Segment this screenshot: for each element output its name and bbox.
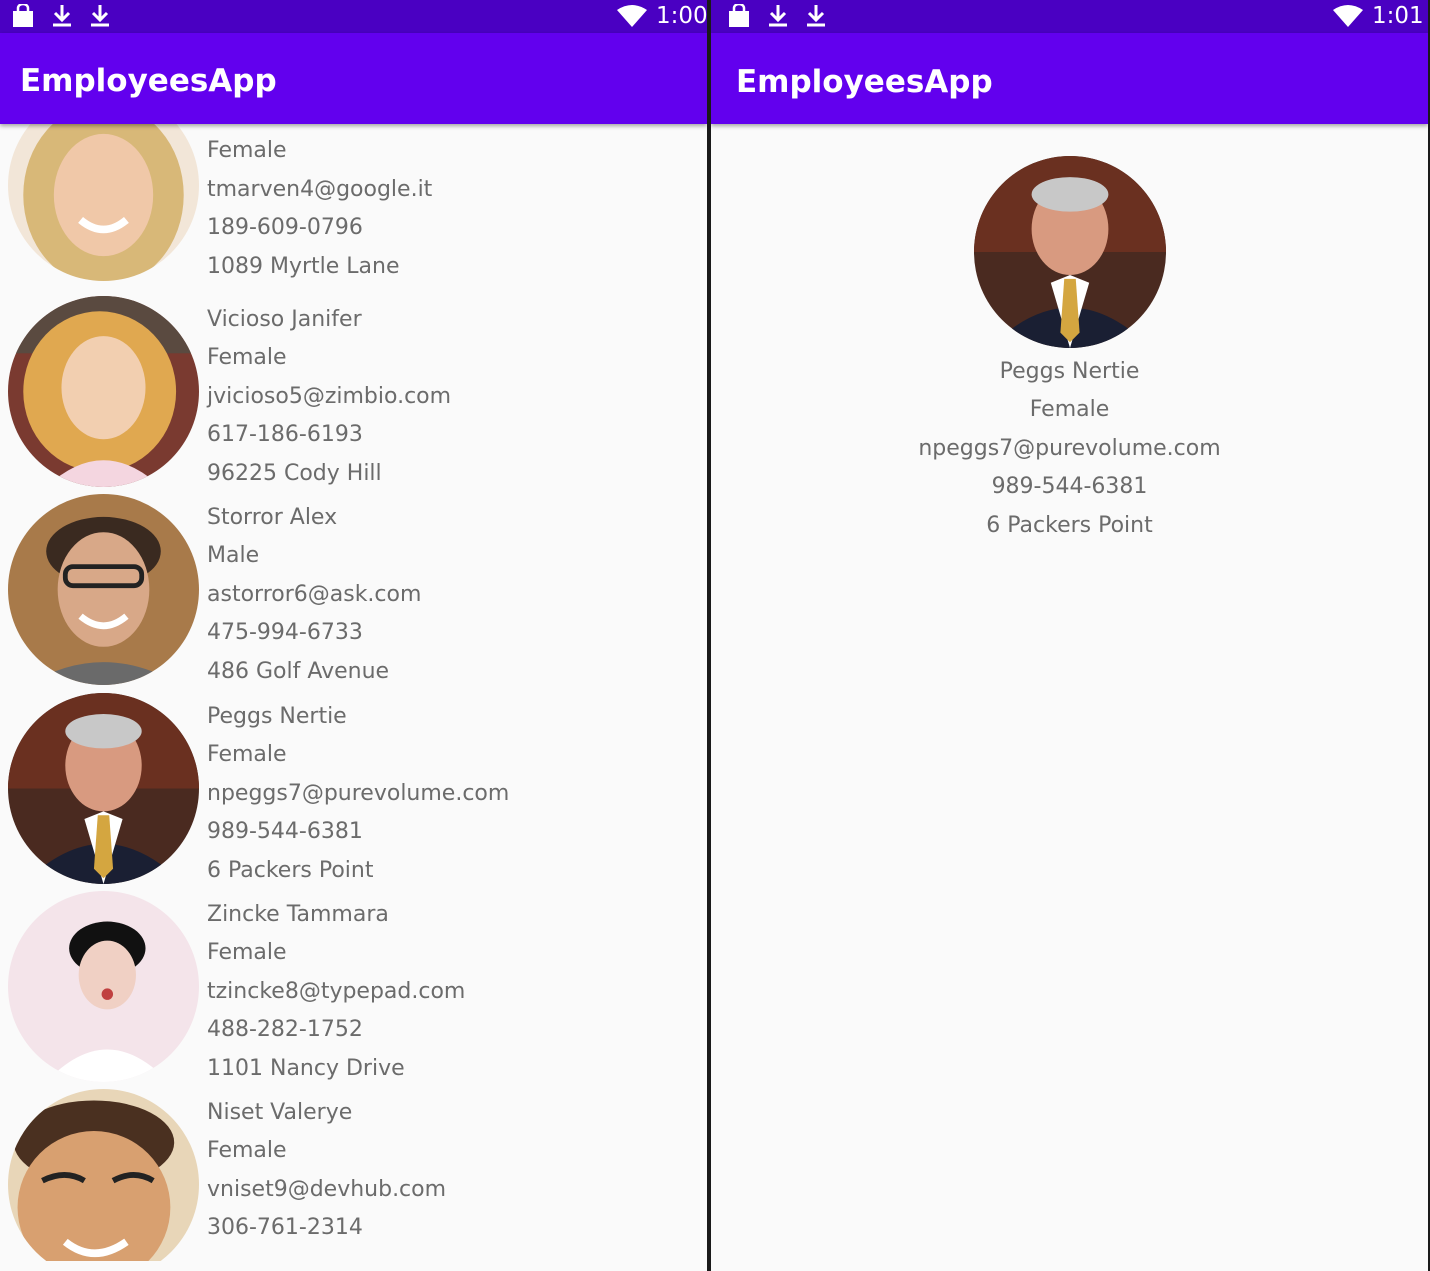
employee-phone: 989-544-6381 xyxy=(207,819,363,845)
employee-address: 1089 Myrtle Lane xyxy=(207,253,400,279)
employee-avatar xyxy=(8,1089,199,1261)
employee-address: 96225 Cody Hill xyxy=(207,460,382,486)
employee-phone: 488-282-1752 xyxy=(207,1017,363,1043)
employee-list-screen: 1:00 EmployeesApp Female tmarven4@google… xyxy=(0,0,707,1271)
employee-phone: 306-761-2314 xyxy=(207,1215,363,1241)
employee-gender: Female xyxy=(1029,397,1110,423)
employee-name: Peggs Nertie xyxy=(999,359,1140,384)
employee-email: vniset9@devhub.com xyxy=(207,1176,447,1202)
employee-avatar xyxy=(8,494,199,685)
employee-avatar xyxy=(8,693,199,884)
employee-email: tmarven4@google.it xyxy=(207,176,433,202)
employee-avatar xyxy=(8,124,199,281)
employee-address: 6 Packers Point xyxy=(207,857,374,883)
employee-address xyxy=(207,1248,446,1261)
employee-address: 1101 Nancy Drive xyxy=(207,1055,405,1081)
download-icon xyxy=(805,4,827,33)
list-item[interactable]: Peggs Nertie Female npeggs7@purevolume.c… xyxy=(0,693,707,891)
employee-phone: 617-186-6193 xyxy=(207,422,363,448)
employee-avatar xyxy=(8,296,199,487)
employee-avatar xyxy=(8,891,199,1082)
employee-avatar xyxy=(974,156,1166,348)
status-bar: 1:01 xyxy=(711,0,1428,33)
employee-name: Peggs Nertie xyxy=(207,704,347,729)
employee-name: Vicioso Janifer xyxy=(207,307,362,332)
download-icon xyxy=(89,4,111,33)
shopping-bag-icon xyxy=(10,2,36,33)
employee-gender: Female xyxy=(207,940,287,966)
status-bar: 1:00 xyxy=(0,0,707,33)
employee-name xyxy=(207,124,432,132)
employee-email: npeggs7@purevolume.com xyxy=(207,780,510,806)
wifi-icon xyxy=(1332,4,1364,33)
employee-gender: Female xyxy=(207,138,287,164)
employee-email: jvicioso5@zimbio.com xyxy=(207,383,452,409)
employee-gender: Female xyxy=(207,1138,287,1164)
employee-name: Zincke Tammara xyxy=(207,902,389,927)
employee-name: Storror Alex xyxy=(207,505,338,530)
app-title: EmployeesApp xyxy=(736,64,993,100)
employee-gender: Male xyxy=(207,543,260,569)
employee-email: npeggs7@purevolume.com xyxy=(918,435,1221,461)
employee-gender: Female xyxy=(207,742,287,768)
list-item[interactable]: Female tmarven4@google.it 189-609-0796 1… xyxy=(0,124,707,288)
employee-address: 486 Golf Avenue xyxy=(207,658,390,684)
status-time: 1:01 xyxy=(1372,3,1424,29)
wifi-icon xyxy=(616,4,648,33)
employee-address: 6 Packers Point xyxy=(986,512,1153,538)
employee-phone: 189-609-0796 xyxy=(207,215,363,241)
shopping-bag-icon xyxy=(726,2,752,33)
list-item[interactable]: Niset Valerye Female vniset9@devhub.com … xyxy=(0,1089,707,1261)
app-title: EmployeesApp xyxy=(20,63,277,99)
download-icon xyxy=(767,4,789,33)
list-item[interactable]: Zincke Tammara Female tzincke8@typepad.c… xyxy=(0,891,707,1089)
app-bar: EmployeesApp xyxy=(711,33,1428,124)
employee-phone: 989-544-6381 xyxy=(991,474,1148,500)
list-item[interactable]: Storror Alex Male astorror6@ask.com 475-… xyxy=(0,494,707,692)
employee-detail-screen: 1:01 EmployeesApp Peggs Nertie Female np… xyxy=(711,0,1428,1271)
employee-phone: 475-994-6733 xyxy=(207,620,363,646)
status-time: 1:00 xyxy=(656,3,707,29)
employee-email: tzincke8@typepad.com xyxy=(207,978,466,1004)
employee-list: Female tmarven4@google.it 189-609-0796 1… xyxy=(0,124,707,1261)
app-bar: EmployeesApp xyxy=(0,33,707,124)
employee-name: Niset Valerye xyxy=(207,1100,353,1125)
employee-gender: Female xyxy=(207,345,287,371)
list-item[interactable]: Vicioso Janifer Female jvicioso5@zimbio.… xyxy=(0,296,707,494)
download-icon xyxy=(51,4,73,33)
employee-email: astorror6@ask.com xyxy=(207,581,422,607)
employee-detail: Peggs Nertie Female npeggs7@purevolume.c… xyxy=(711,124,1428,1271)
